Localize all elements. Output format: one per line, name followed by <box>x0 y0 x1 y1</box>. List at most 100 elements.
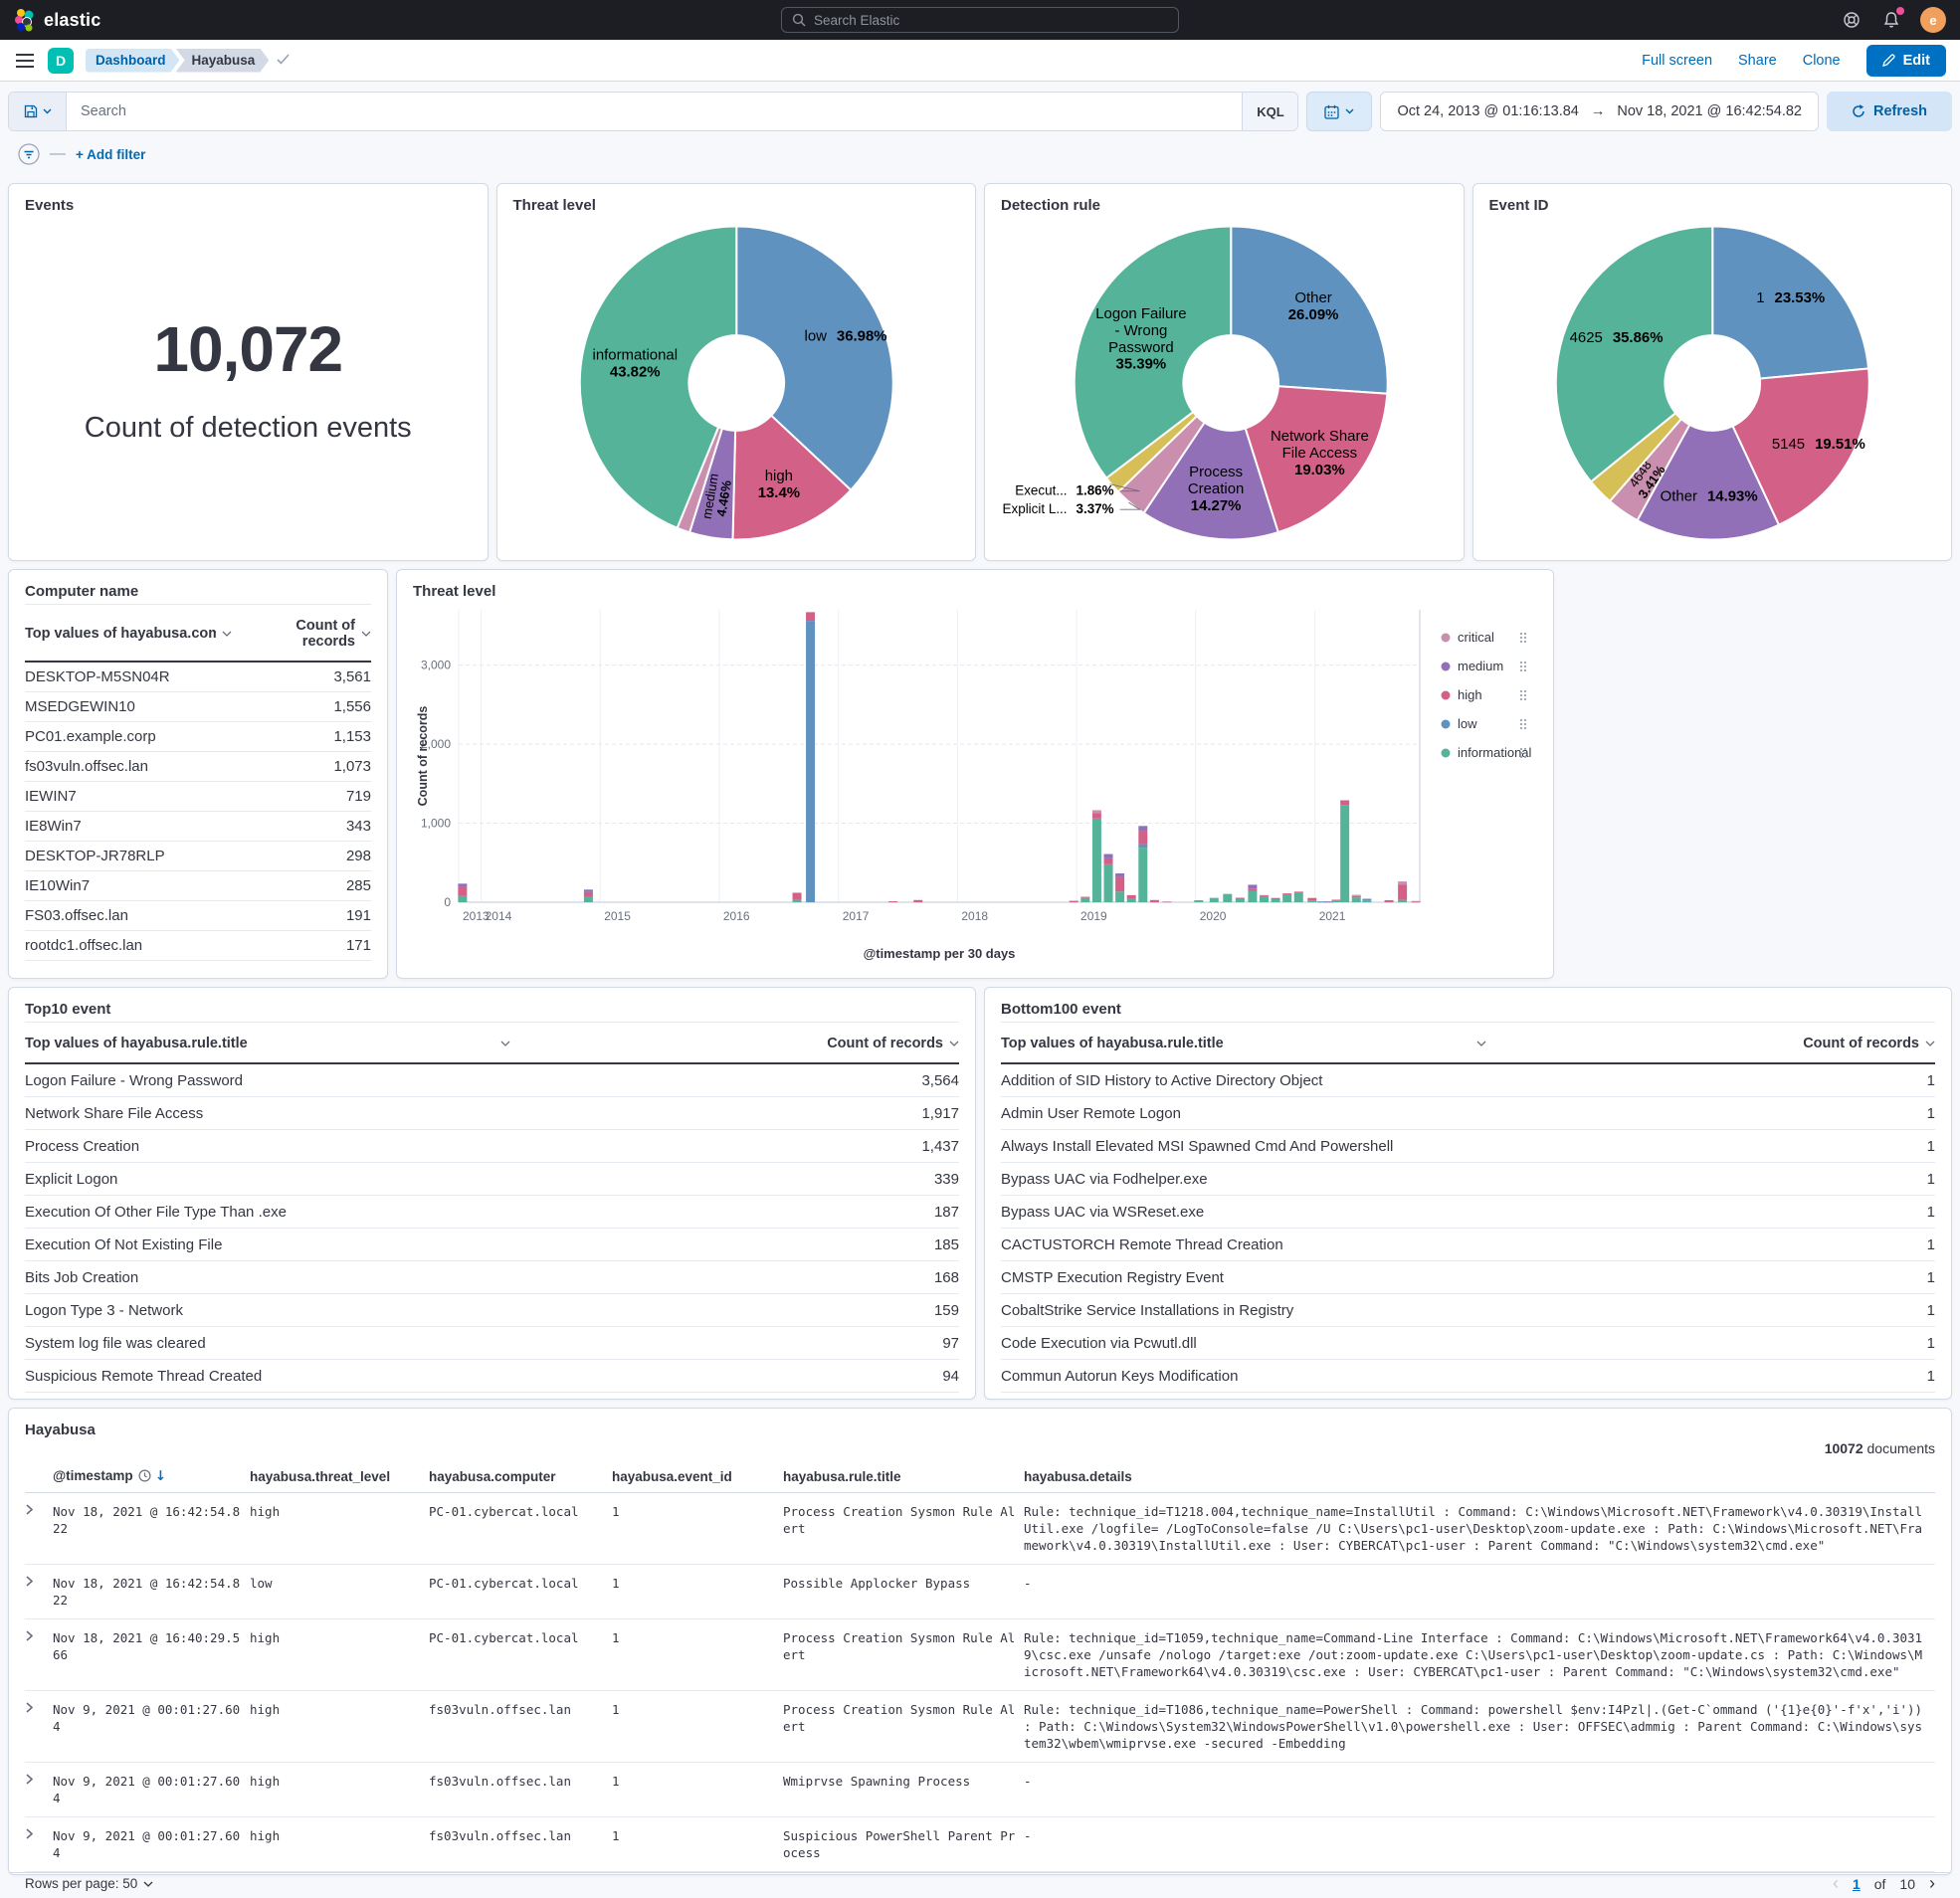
computer-row[interactable]: DESKTOP-M5SN04R3,561 <box>25 662 371 692</box>
current-page[interactable]: 1 <box>1853 1876 1861 1892</box>
top10-row[interactable]: Logon Failure - Wrong Password3,564 <box>25 1063 959 1097</box>
bar-segment-informational[interactable] <box>1138 848 1147 902</box>
column-header-rule-title[interactable]: Top values of hayabusa.rule.title <box>1001 1036 1486 1051</box>
computer-row[interactable]: IE8Win7343 <box>25 812 371 842</box>
legend-item-critical[interactable]: critical <box>1458 630 1494 645</box>
bar-segment-high[interactable] <box>584 892 593 897</box>
legend-menu-icon[interactable] <box>1520 727 1522 729</box>
rows-per-page-selector[interactable]: Rows per page: 50 <box>25 1876 153 1891</box>
legend-item-low[interactable]: low <box>1458 716 1477 731</box>
legend-menu-icon[interactable] <box>1524 719 1526 721</box>
bottom100-row[interactable]: Addition of SID History to Active Direct… <box>1001 1063 1935 1097</box>
top10-row[interactable]: Execution Of Not Existing File185 <box>25 1229 959 1261</box>
bar-segment-high[interactable] <box>1352 896 1361 897</box>
bar-segment-medium[interactable] <box>584 889 593 891</box>
bar-segment-informational[interactable] <box>1194 900 1203 902</box>
edit-button[interactable]: Edit <box>1866 45 1946 77</box>
legend-menu-icon[interactable] <box>1524 669 1526 671</box>
bottom100-row[interactable]: CMSTP Execution Registry Event1 <box>1001 1261 1935 1294</box>
legend-menu-icon[interactable] <box>1520 637 1522 639</box>
top10-row[interactable]: Logon Type 3 - Network159 <box>25 1294 959 1327</box>
expand-row-icon[interactable] <box>25 1763 53 1817</box>
add-filter-link[interactable]: + Add filter <box>76 147 145 162</box>
sort-desc-icon[interactable]: ↓ <box>155 1468 166 1484</box>
legend-menu-icon[interactable] <box>1520 719 1522 721</box>
bar-segment-critical[interactable] <box>1412 901 1421 902</box>
bar-segment-low[interactable] <box>1317 901 1326 902</box>
computer-row[interactable]: DESKTOP-JR78RLP298 <box>25 842 371 871</box>
threat-level-bar-chart[interactable]: 01,0002,0003,000201320142015201620172018… <box>413 604 1539 976</box>
bar-segment-high[interactable] <box>1340 800 1349 805</box>
bar-segment-low[interactable] <box>806 621 815 902</box>
legend-item-medium[interactable]: medium <box>1458 659 1503 673</box>
legend-menu-icon[interactable] <box>1524 727 1526 729</box>
top10-row[interactable]: Bits Job Creation168 <box>25 1261 959 1294</box>
top10-row[interactable]: Explicit Logon339 <box>25 1163 959 1196</box>
clone-link[interactable]: Clone <box>1803 53 1841 69</box>
bar-segment-critical[interactable] <box>1162 901 1171 902</box>
legend-menu-icon[interactable] <box>1524 665 1526 667</box>
bar-segment-informational[interactable] <box>1115 891 1124 902</box>
legend-menu-icon[interactable] <box>1520 694 1522 696</box>
legend-menu-icon[interactable] <box>1524 662 1526 664</box>
event-id-donut-chart[interactable]: 123.53%514519.51%Other14.93%46483.41%462… <box>1489 214 1936 552</box>
top10-row[interactable]: Execution Of Other File Type Than .exe18… <box>25 1196 959 1229</box>
bar-segment-high[interactable] <box>888 901 897 902</box>
top10-row[interactable]: Suspicious Remote Thread Created94 <box>25 1360 959 1393</box>
kql-search-box[interactable]: Search KQL <box>8 92 1298 131</box>
bottom100-row[interactable]: CACTUSTORCH Remote Thread Creation1 <box>1001 1229 1935 1261</box>
computer-row[interactable]: MSEDGEWIN101,556 <box>25 692 371 722</box>
bar-segment-informational[interactable] <box>458 896 467 902</box>
top10-row[interactable]: System log file was cleared97 <box>25 1327 959 1360</box>
bar-segment-high[interactable] <box>1282 893 1291 895</box>
legend-menu-icon[interactable] <box>1520 641 1522 643</box>
bar-segment-high[interactable] <box>1104 858 1113 864</box>
bar-segment-high[interactable] <box>1331 899 1340 900</box>
column-header-rule-title[interactable]: Top values of hayabusa.rule.title <box>25 1036 510 1051</box>
help-icon[interactable] <box>1841 9 1862 31</box>
global-search-input[interactable]: Search Elastic <box>781 7 1179 33</box>
legend-menu-icon[interactable] <box>1524 690 1526 692</box>
bar-segment-low[interactable] <box>1138 845 1147 849</box>
bar-segment-high[interactable] <box>1294 891 1303 892</box>
bar-segment-high[interactable] <box>1385 900 1394 902</box>
legend-menu-icon[interactable] <box>1520 698 1522 700</box>
detection-rule-donut-chart[interactable]: Other26.09%Network ShareFile Access19.03… <box>1001 214 1448 552</box>
date-from[interactable]: Oct 24, 2013 @ 01:16:13.84 <box>1397 103 1578 119</box>
bar-segment-medium[interactable] <box>1248 884 1257 888</box>
bar-segment-informational[interactable] <box>1362 900 1371 902</box>
date-range[interactable]: Oct 24, 2013 @ 01:16:13.84 → Nov 18, 202… <box>1380 92 1819 131</box>
legend-menu-icon[interactable] <box>1520 690 1522 692</box>
search-input[interactable]: Search <box>67 93 1242 130</box>
bar-segment-critical[interactable] <box>1092 810 1101 813</box>
alerts-bell-icon[interactable] <box>1880 9 1902 31</box>
expand-row-icon[interactable] <box>25 1817 53 1872</box>
legend-menu-icon[interactable] <box>1520 633 1522 635</box>
legend-menu-icon[interactable] <box>1524 633 1526 635</box>
bottom100-row[interactable]: Code Execution via Pcwutl.dll1 <box>1001 1327 1935 1360</box>
bar-segment-informational[interactable] <box>1282 895 1291 902</box>
column-header-computer[interactable]: Top values of hayabusa.computer <box>25 626 243 642</box>
computer-row[interactable]: PC01.example.corp1,153 <box>25 722 371 752</box>
bar-segment-informational[interactable] <box>1294 893 1303 902</box>
column-header-count[interactable]: Count of records <box>510 1036 959 1051</box>
saved-query-menu[interactable] <box>9 93 67 130</box>
bar-segment-informational[interactable] <box>1352 897 1361 902</box>
legend-item-high[interactable]: high <box>1458 687 1482 702</box>
previous-page-icon[interactable]: ‹ <box>1833 1873 1839 1894</box>
bottom100-row[interactable]: Bypass UAC via WSReset.exe1 <box>1001 1196 1935 1229</box>
legend-menu-icon[interactable] <box>1520 752 1522 754</box>
bar-segment-informational[interactable] <box>1398 900 1407 902</box>
bar-segment-high[interactable] <box>1260 895 1269 896</box>
bar-segment-informational[interactable] <box>1092 819 1101 902</box>
bar-segment-critical[interactable] <box>1398 881 1407 884</box>
bar-segment-informational[interactable] <box>1340 805 1349 902</box>
top10-row[interactable]: Network Share File Access1,917 <box>25 1097 959 1130</box>
computer-row[interactable]: fs03vuln.offsec.lan1,073 <box>25 752 371 782</box>
bar-segment-informational[interactable] <box>1272 899 1280 902</box>
column-header-count[interactable]: Count of records <box>1486 1036 1935 1051</box>
bar-segment-high[interactable] <box>913 900 922 902</box>
legend-menu-icon[interactable] <box>1520 662 1522 664</box>
bottom100-row[interactable]: Commun Autorun Keys Modification1 <box>1001 1360 1935 1393</box>
bar-segment-medium[interactable] <box>458 883 467 887</box>
